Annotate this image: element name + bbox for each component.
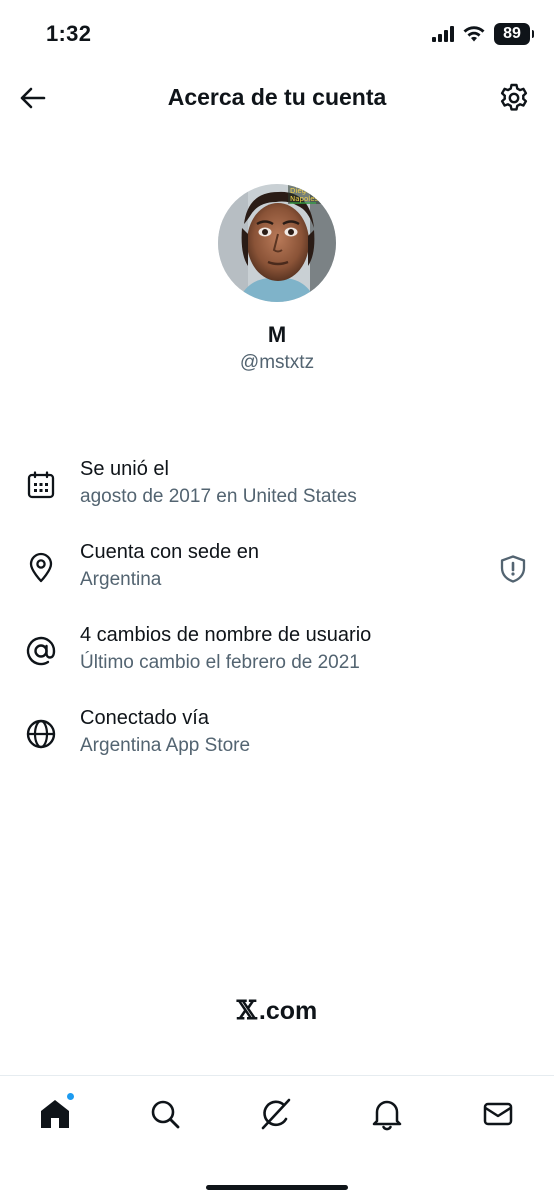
page-title: Acerca de tu cuenta xyxy=(167,84,387,110)
x-com-brand: 𝕏 .com xyxy=(0,996,554,1026)
globe-icon xyxy=(24,717,58,751)
battery-indicator: 89 xyxy=(494,23,534,45)
status-time: 1:32 xyxy=(46,21,92,46)
search-icon xyxy=(151,1100,180,1129)
info-subtitle: Último cambio el febrero de 2021 xyxy=(80,652,360,673)
avatar-overlay-line-1: Diego xyxy=(290,187,310,195)
info-title: Conectado vía xyxy=(80,707,209,729)
tab-grok[interactable] xyxy=(254,1092,298,1136)
bottom-tab-bar xyxy=(0,1075,554,1199)
status-bar: 1:32 89 xyxy=(0,0,554,68)
home-indicator[interactable] xyxy=(206,1185,348,1190)
at-sign-icon xyxy=(24,634,58,668)
tab-messages[interactable] xyxy=(476,1092,520,1136)
bell-icon xyxy=(372,1100,402,1131)
wifi-icon xyxy=(463,26,485,42)
info-title: Cuenta con sede en xyxy=(80,541,260,563)
username-handle: @mstxtz xyxy=(239,352,315,373)
info-subtitle: Argentina xyxy=(80,569,162,590)
home-icon xyxy=(41,1100,69,1128)
avatar-photo: Diego Napoles xyxy=(218,184,336,302)
info-row-location: Cuenta con sede en Argentina xyxy=(0,535,554,599)
info-row-joined: Se unió el agosto de 2017 en United Stat… xyxy=(0,452,554,516)
status-indicators: 89 xyxy=(432,22,534,46)
tab-search[interactable] xyxy=(143,1092,187,1136)
mail-icon xyxy=(483,1102,513,1126)
info-row-username-changes: 4 cambios de nombre de usuario Último ca… xyxy=(0,618,554,682)
avatar-overlay-line-2: Napoles xyxy=(290,195,319,203)
brand-text: .com xyxy=(258,996,318,1025)
settings-button[interactable] xyxy=(494,78,534,118)
shield-alert-icon[interactable] xyxy=(498,553,528,585)
display-name: M xyxy=(267,322,287,347)
header: Acerca de tu cuenta xyxy=(0,68,554,128)
info-title: 4 cambios de nombre de usuario xyxy=(80,624,372,646)
cellular-signal-icon xyxy=(432,26,454,42)
gear-icon xyxy=(500,83,528,111)
tab-notifications[interactable] xyxy=(365,1092,409,1136)
x-logo: 𝕏 xyxy=(236,996,257,1026)
tab-home[interactable] xyxy=(33,1092,77,1136)
calendar-icon xyxy=(24,468,58,502)
grok-icon xyxy=(261,1098,291,1130)
info-title: Se unió el xyxy=(80,458,169,480)
avatar[interactable]: Diego Napoles xyxy=(218,184,336,302)
notification-dot xyxy=(66,1092,75,1101)
info-row-connected-via: Conectado vía Argentina App Store xyxy=(0,701,554,765)
info-subtitle: Argentina App Store xyxy=(80,735,251,756)
location-pin-icon xyxy=(24,551,58,585)
info-subtitle: agosto de 2017 en United States xyxy=(80,486,357,507)
